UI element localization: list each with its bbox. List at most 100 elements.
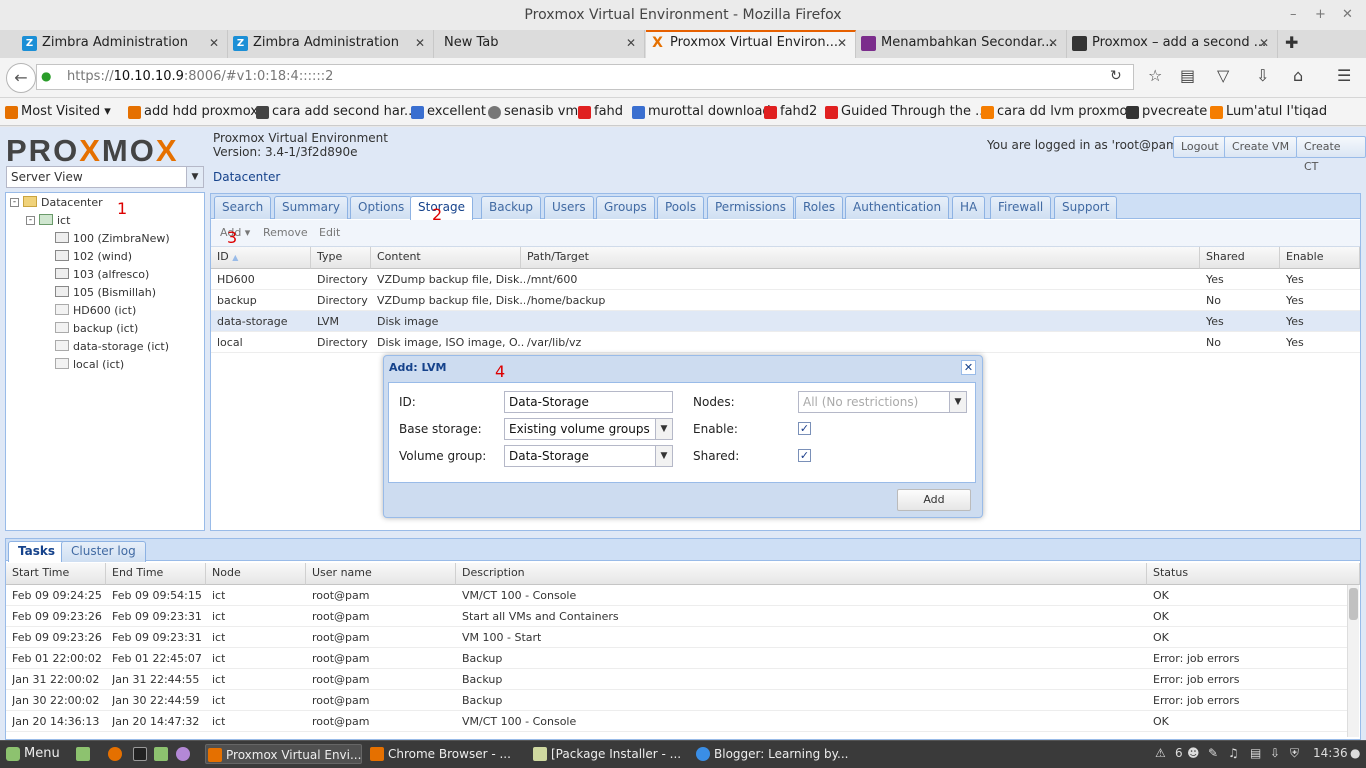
url-bar[interactable]: https://10.10.10.9:8006/#v1:0:18:4::::::… [36, 64, 1134, 90]
home-icon[interactable]: ⌂ [1293, 66, 1303, 85]
files-icon[interactable] [154, 744, 172, 764]
app-launcher-icon[interactable] [176, 744, 194, 764]
id-input[interactable]: Data-Storage [504, 391, 673, 413]
edit-button[interactable]: Edit [319, 226, 340, 239]
tree-item-vm[interactable]: 100 (ZimbraNew) [55, 232, 170, 245]
tab-permissions[interactable]: Permissions [707, 196, 794, 219]
bookmark-star-icon[interactable]: ☆ [1148, 66, 1162, 85]
table-row[interactable]: backup Directory VZDump backup file, Disk.… [211, 290, 1360, 311]
table-row[interactable]: Jan 20 14:36:13 Jan 20 14:47:32 ict root@pa… [6, 711, 1347, 732]
browser-tab-blog[interactable]: Menambahkan Secondar... ✕ [857, 30, 1067, 58]
user-icon[interactable]: ☻ [1187, 746, 1200, 760]
collapse-icon[interactable]: - [26, 216, 35, 225]
table-row[interactable]: Feb 01 22:00:02 Feb 01 22:45:07 ict root@pa… [6, 648, 1347, 669]
tab-cluster-log[interactable]: Cluster log [61, 541, 146, 562]
taskbar-window-package-installer[interactable]: [Package Installer - ... [531, 744, 688, 764]
shield-icon[interactable]: ⛨ [1290, 746, 1299, 761]
volume-group-select[interactable]: Data-Storage ▼ [504, 445, 673, 467]
download-tray-icon[interactable]: ⇩ [1270, 746, 1280, 760]
bookmark-item[interactable]: senasib vm [488, 104, 578, 119]
tree-item-vm[interactable]: 105 (Bismillah) [55, 286, 156, 299]
close-tab-icon[interactable]: ✕ [1259, 30, 1269, 56]
dialog-add-button[interactable]: Add [897, 489, 971, 511]
tab-support[interactable]: Support [1054, 196, 1118, 219]
table-row[interactable]: Jan 31 22:00:02 Jan 31 22:44:55 ict root@pa… [6, 669, 1347, 690]
alert-icon[interactable]: ⚠ [1155, 746, 1166, 760]
column-header-id[interactable]: ID ▲ [211, 247, 311, 269]
tab-pools[interactable]: Pools [657, 196, 705, 219]
column-header-description[interactable]: Description [456, 563, 1147, 585]
bookmark-item[interactable]: fahd [578, 104, 623, 119]
bookmark-most-visited[interactable]: Most Visited ▾ [5, 104, 111, 119]
terminal-icon[interactable] [133, 744, 151, 764]
close-tab-icon[interactable]: ✕ [1048, 30, 1058, 56]
browser-tab-zimbra-2[interactable]: Z Zimbra Administration ✕ [229, 30, 434, 58]
tab-tasks[interactable]: Tasks [8, 541, 66, 562]
tab-summary[interactable]: Summary [274, 196, 348, 219]
bookmark-item[interactable]: Guided Through the ... [825, 104, 987, 119]
table-row[interactable]: Feb 09 09:24:25 Feb 09 09:54:15 ict root@pa… [6, 585, 1347, 606]
hamburger-menu-icon[interactable]: ☰ [1337, 66, 1351, 85]
logout-button[interactable]: Logout [1173, 136, 1227, 158]
shared-checkbox[interactable]: ✓ [798, 449, 811, 462]
scrollbar-thumb[interactable] [1349, 588, 1358, 620]
browser-tab-new[interactable]: New Tab ✕ [435, 30, 645, 58]
lock-icon[interactable]: ● [41, 69, 53, 83]
tab-ha[interactable]: HA [952, 196, 986, 219]
table-row[interactable]: HD600 Directory VZDump backup file, Disk..… [211, 269, 1360, 290]
column-header-shared[interactable]: Shared [1200, 247, 1280, 269]
column-header-user[interactable]: User name [306, 563, 456, 585]
table-row[interactable]: Jan 30 22:00:02 Jan 30 22:44:59 ict root@pa… [6, 690, 1347, 711]
column-header-end-time[interactable]: End Time [106, 563, 206, 585]
reading-list-icon[interactable]: ▤ [1180, 66, 1195, 85]
tab-groups[interactable]: Groups [596, 196, 655, 219]
tab-users[interactable]: Users [544, 196, 594, 219]
column-header-node[interactable]: Node [206, 563, 306, 585]
download-icon[interactable]: ⇩ [1256, 66, 1269, 85]
bookmark-item[interactable]: add hdd proxmox [128, 104, 258, 119]
maximize-icon[interactable]: + [1315, 0, 1326, 30]
clipboard-icon[interactable]: ▤ [1250, 746, 1261, 760]
nodes-select[interactable]: All (No restrictions) ▼ [798, 391, 967, 413]
tree-item-vm[interactable]: 103 (alfresco) [55, 268, 149, 281]
create-ct-button[interactable]: Create CT [1296, 136, 1366, 173]
bookmark-item[interactable]: cara add second har... [256, 104, 416, 119]
reload-icon[interactable]: ↻ [1110, 68, 1122, 84]
column-header-status[interactable]: Status [1147, 563, 1360, 585]
table-row-selected[interactable]: data-storage LVM Disk image Yes Yes [211, 311, 1360, 332]
bookmark-item[interactable]: excellent [411, 104, 486, 119]
close-tab-icon[interactable]: ✕ [837, 32, 847, 54]
bookmark-item[interactable]: Lum'atul I'tiqad [1210, 104, 1327, 119]
table-row[interactable]: Feb 09 09:23:26 Feb 09 09:23:31 ict root@pa… [6, 627, 1347, 648]
close-window-icon[interactable]: ✕ [1342, 0, 1353, 30]
tab-firewall[interactable]: Firewall [990, 196, 1052, 219]
bookmark-item[interactable]: murottal download [632, 104, 771, 119]
browser-tab-linux[interactable]: Proxmox – add a second ... ✕ [1068, 30, 1278, 58]
firefox-icon[interactable] [108, 744, 126, 764]
table-row[interactable]: local Directory Disk image, ISO image, O..… [211, 332, 1360, 353]
tree-item-storage[interactable]: HD600 (ict) [55, 304, 136, 317]
server-view-select[interactable]: Server View ▼ [6, 166, 204, 188]
taskbar-window-chrome[interactable]: Chrome Browser - ... [368, 744, 525, 764]
close-tab-icon[interactable]: ✕ [415, 30, 425, 56]
close-icon[interactable]: ✕ [961, 360, 976, 375]
bookmark-item[interactable]: pvecreate [1126, 104, 1207, 119]
tab-authentication[interactable]: Authentication [845, 196, 950, 219]
tree-item-vm[interactable]: 102 (wind) [55, 250, 132, 263]
column-header-content[interactable]: Content [371, 247, 521, 269]
minimize-icon[interactable]: – [1290, 0, 1297, 30]
tree-datacenter[interactable]: Datacenter [23, 196, 103, 209]
browser-tab-zimbra-1[interactable]: Z Zimbra Administration ✕ [18, 30, 228, 58]
lock-screen-icon[interactable]: ● [1350, 746, 1360, 760]
column-header-start-time[interactable]: Start Time [6, 563, 106, 585]
tab-backup[interactable]: Backup [481, 196, 541, 219]
browser-tab-proxmox[interactable]: X Proxmox Virtual Environ... ✕ [646, 30, 856, 58]
base-storage-select[interactable]: Existing volume groups ▼ [504, 418, 673, 440]
column-header-path[interactable]: Path/Target [521, 247, 1200, 269]
taskbar-window-blogger[interactable]: Blogger: Learning by... [694, 744, 851, 764]
back-button[interactable]: ← [6, 63, 36, 93]
pen-icon[interactable]: ✎ [1208, 746, 1218, 760]
tasks-scrollbar[interactable] [1347, 585, 1359, 737]
taskbar-window-proxmox[interactable]: Proxmox Virtual Envi... [205, 744, 362, 764]
collapse-icon[interactable]: - [10, 198, 19, 207]
